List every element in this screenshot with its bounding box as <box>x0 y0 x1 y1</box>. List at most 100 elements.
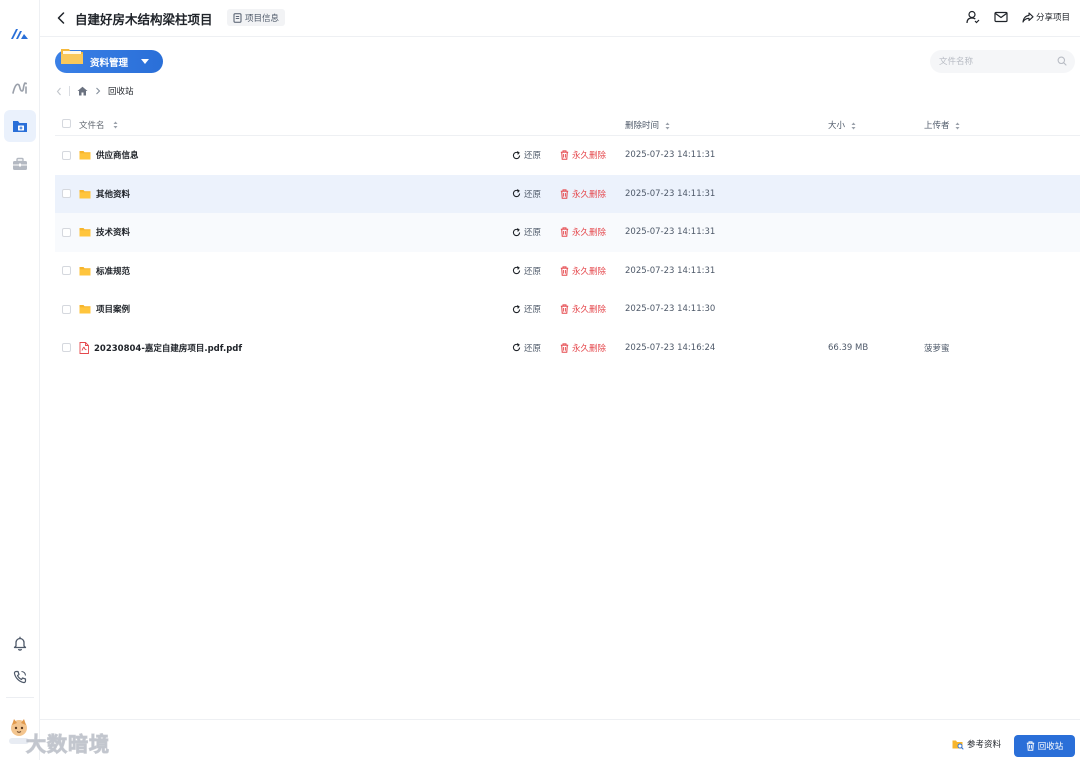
folder-icon <box>79 304 91 314</box>
permanent-delete-button[interactable]: 永久删除 <box>560 149 606 161</box>
mail-icon[interactable] <box>994 11 1008 23</box>
permanent-delete-button[interactable]: 永久删除 <box>560 303 606 315</box>
table-row[interactable]: 技术资料 还原 永久删除 2025-07-23 14:11:31 <box>55 213 1080 252</box>
user-management-icon[interactable] <box>966 10 980 24</box>
permanent-delete-button[interactable]: 永久删除 <box>560 342 606 354</box>
restore-button[interactable]: 还原 <box>512 226 541 238</box>
trash-icon <box>560 150 569 160</box>
restore-icon <box>512 343 521 352</box>
deleted-time: 2025-07-23 14:11:31 <box>625 188 716 199</box>
row-checkbox[interactable] <box>62 343 71 353</box>
restore-button[interactable]: 还原 <box>512 342 541 354</box>
restore-icon <box>512 266 521 275</box>
deleted-time: 2025-07-23 14:11:31 <box>625 227 716 238</box>
column-header-size[interactable]: 大小 <box>828 119 856 131</box>
project-info-label: 项目信息 <box>245 13 280 24</box>
row-checkbox[interactable] <box>62 304 71 314</box>
table-body: 供应商信息 还原 永久删除 2025-07-23 14:11:31 其他资料 还… <box>55 136 1080 367</box>
select-all-checkbox[interactable] <box>62 119 71 128</box>
sort-icon <box>851 122 856 129</box>
restore-icon <box>512 304 521 313</box>
table-row[interactable]: 标准规范 还原 永久删除 2025-07-23 14:11:31 <box>55 252 1080 291</box>
chevron-right-icon <box>96 87 101 95</box>
row-checkbox[interactable] <box>62 189 71 199</box>
column-header-deleted-time[interactable]: 删除时间 <box>625 119 670 131</box>
file-name-cell: 标准规范 <box>79 265 130 277</box>
app-logo-icon[interactable] <box>10 26 30 42</box>
folder-icon <box>79 150 91 160</box>
restore-button[interactable]: 还原 <box>512 303 541 315</box>
uploader: 菠萝蜜 <box>924 343 950 354</box>
trash-icon <box>560 304 569 314</box>
column-size-label: 大小 <box>828 121 846 131</box>
resource-folder-nav-icon[interactable] <box>4 110 36 142</box>
restore-button[interactable]: 还原 <box>512 265 541 277</box>
sort-icon <box>955 122 960 129</box>
toolbox-icon[interactable] <box>4 148 36 180</box>
file-name: 其他资料 <box>96 189 131 200</box>
trash-icon <box>560 266 569 276</box>
bell-icon[interactable] <box>4 627 36 659</box>
permanent-delete-label: 永久删除 <box>572 189 607 200</box>
page-title: 自建好房木结构梁柱项目 <box>75 12 213 27</box>
breadcrumb-current: 回收站 <box>108 87 134 97</box>
recycle-bin-table: 文件名 删除时间 大小 上传者 供应商信息 还原 永久删除 2025-07-23… <box>55 112 1080 367</box>
project-info-button[interactable]: 项目信息 <box>227 9 286 26</box>
permanent-delete-label: 永久删除 <box>572 305 607 316</box>
file-name: 技术资料 <box>96 228 131 239</box>
recycle-bin-button[interactable]: 回收站 <box>1014 735 1075 757</box>
column-header-uploader[interactable]: 上传者 <box>924 119 960 131</box>
trash-icon <box>560 343 569 353</box>
column-name-label: 文件名 <box>79 121 105 131</box>
restore-label: 还原 <box>524 228 542 239</box>
breadcrumb-back-icon[interactable] <box>56 87 62 96</box>
phone-icon[interactable] <box>4 661 36 693</box>
restore-icon <box>512 227 521 236</box>
folder-icon <box>79 266 91 276</box>
share-label: 分享项目 <box>1035 13 1070 23</box>
file-name: 供应商信息 <box>96 151 139 162</box>
permanent-delete-button[interactable]: 永久删除 <box>560 188 606 200</box>
file-name-cell: 项目案例 <box>79 303 130 315</box>
sort-icon <box>113 121 118 129</box>
column-uploader-label: 上传者 <box>924 121 950 131</box>
search-icon[interactable] <box>1057 56 1067 66</box>
permanent-delete-button[interactable]: 永久删除 <box>560 226 606 238</box>
breadcrumb: 回收站 <box>56 84 134 98</box>
reference-materials-button[interactable]: 参考资料 <box>952 738 1001 750</box>
table-row[interactable]: 其他资料 还原 永久删除 2025-07-23 14:11:31 <box>55 174 1080 213</box>
file-name: 项目案例 <box>96 305 131 316</box>
row-checkbox[interactable] <box>62 150 71 160</box>
home-icon[interactable] <box>77 86 88 96</box>
back-arrow-icon[interactable] <box>54 10 68 26</box>
permanent-delete-label: 永久删除 <box>572 228 607 239</box>
file-name-search-input[interactable] <box>939 54 1049 69</box>
resource-management-dropdown[interactable]: 资料管理 <box>55 49 163 73</box>
trash-icon <box>1026 741 1034 751</box>
share-icon <box>1022 11 1034 23</box>
recycle-bin-label: 回收站 <box>1037 742 1064 752</box>
column-header-name[interactable]: 文件名 <box>79 119 118 131</box>
restore-button[interactable]: 还原 <box>512 188 541 200</box>
restore-icon <box>512 150 521 159</box>
restore-button[interactable]: 还原 <box>512 149 541 161</box>
breadcrumb-divider <box>69 86 70 96</box>
row-checkbox[interactable] <box>62 266 71 276</box>
file-name-cell: 技术资料 <box>79 226 130 238</box>
header: 自建好房木结构梁柱项目 项目信息 分享项目 <box>40 0 1080 37</box>
table-row[interactable]: 20230804-嘉定自建房项目.pdf.pdf 还原 永久删除 2025-07… <box>55 329 1080 368</box>
resource-management-label: 资料管理 <box>90 58 129 69</box>
share-project-button[interactable]: 分享项目 <box>1022 11 1070 23</box>
footer: 参考资料 回收站 <box>40 719 1080 760</box>
ai-assistant-icon[interactable] <box>4 72 36 104</box>
restore-label: 还原 <box>524 266 542 277</box>
table-header: 文件名 删除时间 大小 上传者 <box>55 112 1080 136</box>
table-row[interactable]: 项目案例 还原 永久删除 2025-07-23 14:11:30 <box>55 290 1080 329</box>
permanent-delete-button[interactable]: 永久删除 <box>560 265 606 277</box>
deleted-time: 2025-07-23 14:11:31 <box>625 265 716 276</box>
table-row[interactable]: 供应商信息 还原 永久删除 2025-07-23 14:11:31 <box>55 136 1080 175</box>
file-name: 20230804-嘉定自建房项目.pdf.pdf <box>94 343 243 354</box>
folder-3d-icon <box>61 49 83 64</box>
permanent-delete-label: 永久删除 <box>572 151 607 162</box>
row-checkbox[interactable] <box>62 227 71 237</box>
